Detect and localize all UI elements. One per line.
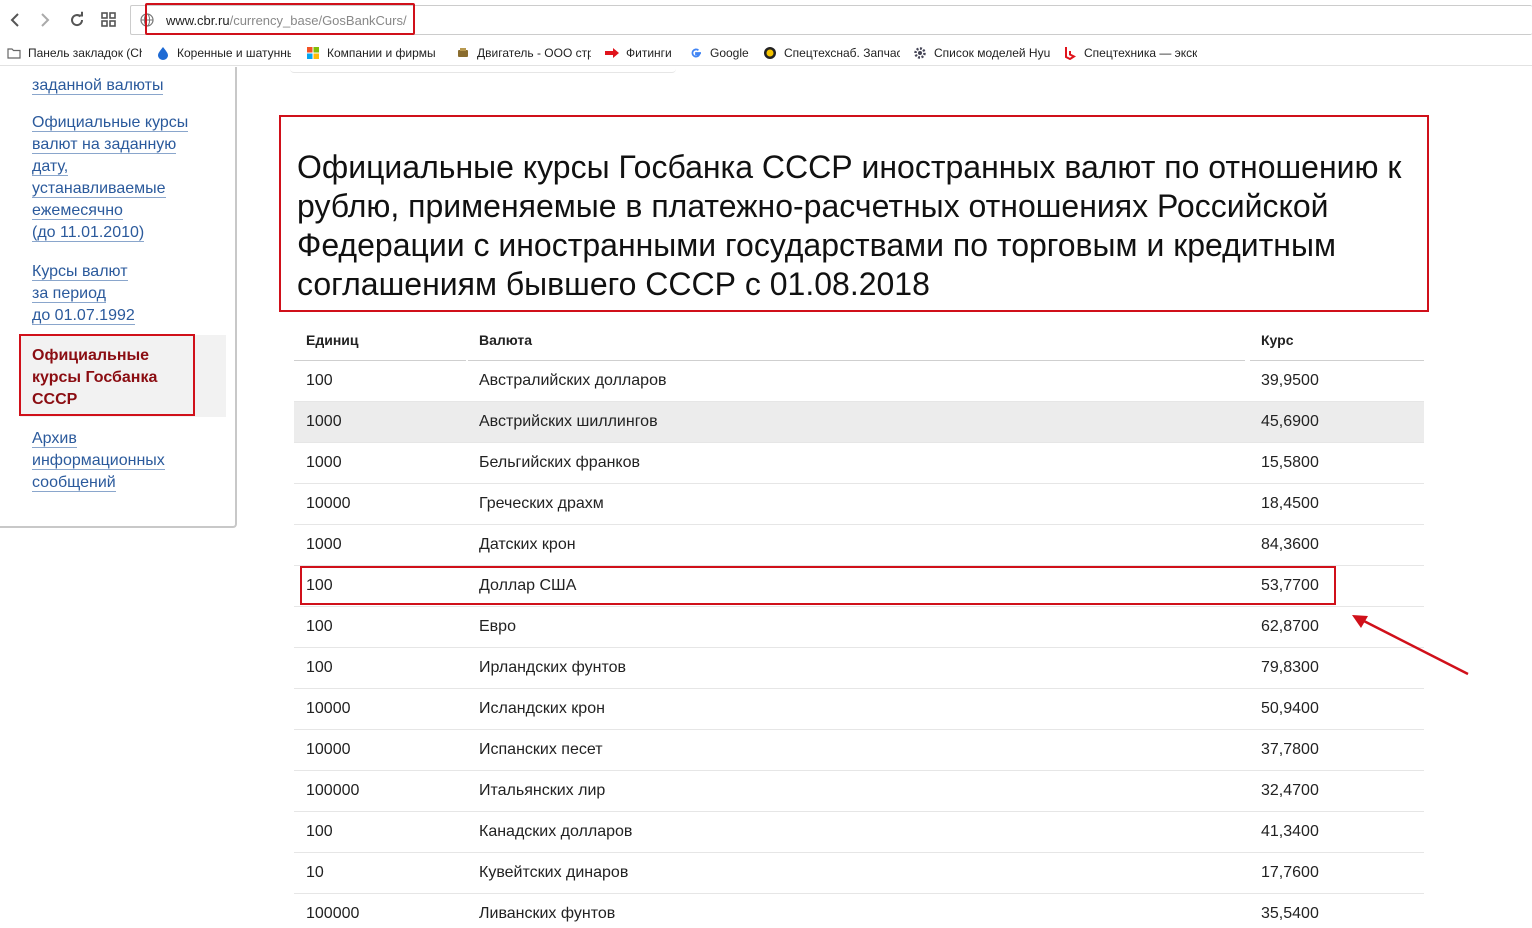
browser-toolbar: www.cbr.ru/currency_base/GosBankCurs/ (0, 0, 1532, 40)
sidebar-item-rates-period[interactable]: Курсы валют за период до 01.07.1992 (32, 261, 135, 327)
divider (290, 67, 676, 73)
heading-highlight-box: Официальные курсы Госбанка СССР иностран… (279, 115, 1429, 312)
sidebar-active-label: Официальные курсы Госбанка СССР (32, 347, 158, 408)
bookmark-item[interactable]: Список моделей Hyu (912, 44, 1050, 62)
bookmark-item[interactable]: Панель закладок (Сh (6, 44, 142, 62)
address-host: www.cbr.ru (166, 13, 230, 28)
column-header-units: Единиц (306, 332, 359, 348)
table-row: 100000 Ливанских фунтов 35,5400 (294, 894, 1424, 928)
folder-icon (6, 45, 22, 61)
back-arrow-icon (10, 13, 19, 27)
engine-icon (455, 45, 471, 61)
sidebar-item-official-rates-date[interactable]: Официальные курсы валют на заданную дату… (32, 112, 189, 244)
bookmark-item[interactable]: Google (688, 44, 752, 62)
grid-icon (101, 12, 116, 27)
forward-arrow-icon (41, 13, 50, 27)
currency-table: Единиц Валюта Курс 100 Австралийских дол… (294, 320, 1424, 928)
sun-icon (762, 45, 778, 61)
reload-button[interactable] (65, 8, 89, 32)
globe-icon (140, 13, 154, 27)
sidebar-nav: заданной валюты Официальные курсы валют … (0, 67, 237, 528)
back-button[interactable] (3, 8, 27, 32)
sidebar-item-gosbank-active[interactable]: Официальные курсы Госбанка СССР (20, 335, 226, 417)
table-row: 10 Кувейтских динаров 17,7600 (294, 853, 1424, 894)
table-row: 100 Ирландских фунтов 79,8300 (294, 648, 1424, 689)
address-bar[interactable]: www.cbr.ru/currency_base/GosBankCurs/ (130, 5, 1532, 35)
table-row: 1000 Бельгийских франков 15,5800 (294, 443, 1424, 484)
bookmarks-bar: Панель закладок (Сh Коренные и шатунные … (0, 40, 1532, 66)
sidebar-item-currency-prev[interactable]: заданной валюты (32, 67, 164, 97)
bookmark-item[interactable]: Спецтехснаб. Запчас (762, 44, 900, 62)
reload-icon (71, 11, 84, 27)
red-arrow-icon (604, 45, 620, 61)
table-row: 10000 Исландских крон 50,9400 (294, 689, 1424, 730)
google-icon (688, 45, 704, 61)
tiles-icon (305, 45, 321, 61)
table-header: Единиц Валюта Курс (294, 320, 1424, 361)
table-row: 100000 Итальянских лир 32,4700 (294, 771, 1424, 812)
table-row: 100 Австралийских долларов 39,9500 (294, 361, 1424, 402)
table-row: 1000 Австрийских шиллингов 45,6900 (294, 402, 1424, 443)
address-text[interactable]: www.cbr.ru/currency_base/GosBankCurs/ (166, 13, 407, 28)
sidebar-item-archive[interactable]: Архив информационных сообщений (32, 428, 165, 494)
column-header-currency: Валюта (479, 332, 533, 348)
table-row-usd: 100 Доллар США 53,7700 (294, 566, 1424, 607)
bookmark-item[interactable]: Компании и фирмы (305, 44, 437, 62)
bookmark-item[interactable]: Коренные и шатунные (155, 44, 291, 62)
bookmark-item[interactable]: Двигатель - ООО стр (455, 44, 591, 62)
page-title: Официальные курсы Госбанка СССР иностран… (297, 149, 1402, 302)
table-row: 100 Канадских долларов 41,3400 (294, 812, 1424, 853)
table-row: 1000 Датских крон 84,3600 (294, 525, 1424, 566)
water-drop-icon (155, 45, 171, 61)
gear-icon (912, 45, 928, 61)
bookmark-item[interactable]: Спецтехника — экск (1062, 44, 1200, 62)
bing-icon (1062, 45, 1078, 61)
forward-button[interactable] (33, 8, 57, 32)
table-row: 10000 Греческих драхм 18,4500 (294, 484, 1424, 525)
address-path: /currency_base/GosBankCurs/ (229, 13, 407, 28)
bookmark-item[interactable]: Фитинги (604, 44, 676, 62)
column-header-rate: Курс (1261, 332, 1294, 348)
table-row: 100 Евро 62,8700 (294, 607, 1424, 648)
table-row: 10000 Испанских песет 37,7800 (294, 730, 1424, 771)
tabs-grid-button[interactable] (97, 8, 121, 32)
